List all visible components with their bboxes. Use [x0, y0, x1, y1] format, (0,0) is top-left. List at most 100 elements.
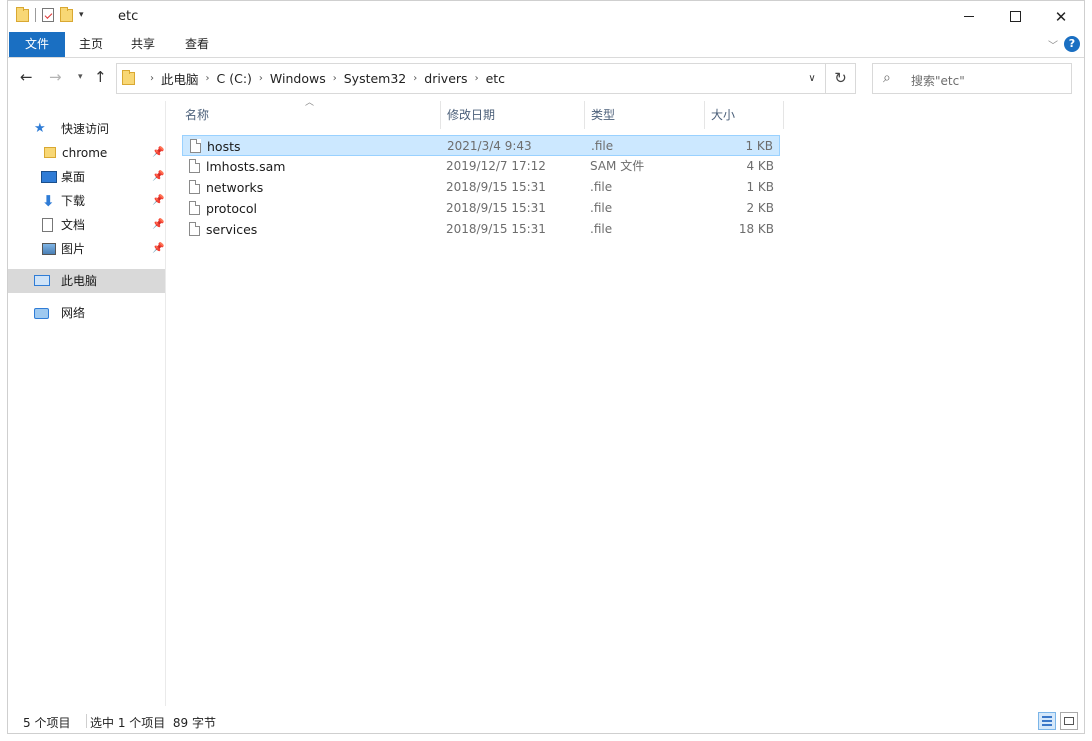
file-icon — [189, 222, 200, 236]
properties-icon[interactable] — [42, 8, 54, 22]
sidebar-item-desktop[interactable]: 桌面 📌 — [8, 165, 165, 189]
recent-locations-chevron-icon[interactable]: ▾ — [78, 72, 83, 82]
window-title: etc — [118, 9, 139, 24]
chevron-right-icon[interactable]: › — [333, 73, 337, 84]
column-header-date[interactable]: 修改日期 — [447, 101, 495, 129]
forward-button[interactable]: → — [49, 68, 62, 86]
column-header-size[interactable]: 大小 — [711, 101, 735, 129]
file-date: 2021/3/4 9:43 — [447, 139, 532, 153]
file-date: 2018/9/15 15:31 — [446, 180, 546, 194]
sidebar-item-documents[interactable]: 文档 📌 — [8, 213, 165, 237]
file-row-services[interactable]: services 2018/9/15 15:31 .file 18 KB — [182, 219, 780, 240]
file-icon — [189, 201, 200, 215]
breadcrumb-c-drive[interactable]: C (C:) — [217, 71, 252, 86]
file-icon — [189, 159, 200, 173]
file-type: .file — [590, 222, 613, 236]
pane-divider[interactable] — [165, 101, 166, 706]
sidebar-item-label: 此电脑 — [61, 274, 98, 288]
chevron-right-icon[interactable]: › — [413, 73, 417, 84]
sidebar-item-label: 图片 — [61, 242, 86, 256]
desktop-icon — [41, 171, 57, 183]
sidebar-item-pictures[interactable]: 图片 📌 — [8, 237, 165, 261]
item-count: 5 个项目 — [23, 716, 71, 730]
breadcrumb-etc[interactable]: etc — [486, 71, 505, 86]
breadcrumb-drivers[interactable]: drivers — [424, 71, 467, 86]
expand-ribbon-chevron-icon[interactable]: ﹀ — [1048, 37, 1058, 52]
chevron-right-icon[interactable]: › — [206, 73, 210, 84]
search-placeholder: 搜索"etc" — [911, 74, 965, 88]
file-size: 1 KB — [746, 180, 774, 194]
sidebar-item-downloads[interactable]: ⬇ 下载 📌 — [8, 189, 165, 213]
breadcrumb-this-pc[interactable]: 此电脑 — [161, 69, 199, 88]
chevron-right-icon[interactable]: › — [150, 73, 154, 84]
column-header-type[interactable]: 类型 — [591, 101, 615, 129]
address-bar[interactable]: › 此电脑 › C (C:) › Windows › System32 › dr… — [116, 63, 826, 94]
tab-home[interactable]: 主页 — [70, 32, 112, 57]
customize-toolbar-dropdown[interactable]: ▾ — [79, 10, 84, 20]
refresh-icon: ↻ — [834, 69, 847, 87]
file-row-hosts[interactable]: hosts 2021/3/4 9:43 .file 1 KB — [182, 135, 780, 156]
refresh-button[interactable]: ↻ — [826, 63, 856, 94]
sort-ascending-icon: ︿ — [305, 98, 315, 108]
file-row-protocol[interactable]: protocol 2018/9/15 15:31 .file 2 KB — [182, 198, 780, 219]
computer-icon — [34, 275, 50, 286]
file-name: hosts — [207, 139, 241, 154]
column-divider[interactable] — [584, 101, 585, 129]
breadcrumb-system32[interactable]: System32 — [344, 71, 407, 86]
sidebar-item-network[interactable]: 网络 — [8, 301, 165, 325]
tab-file[interactable]: 文件 — [9, 32, 65, 57]
file-date: 2018/9/15 15:31 — [446, 201, 546, 215]
chevron-right-icon[interactable]: › — [259, 73, 263, 84]
column-divider[interactable] — [783, 101, 784, 129]
sidebar-item-this-pc[interactable]: 此电脑 — [8, 269, 165, 293]
folder-icon — [44, 147, 56, 158]
quick-access-toolbar: ▾ — [16, 6, 84, 22]
column-headers: ︿ 名称 修改日期 类型 大小 — [178, 98, 784, 129]
maximize-button[interactable] — [992, 1, 1038, 32]
address-history-dropdown[interactable]: ∨ — [801, 64, 823, 93]
up-button[interactable]: ↑ — [94, 68, 107, 86]
pin-icon[interactable]: 📌 — [152, 165, 164, 189]
breadcrumb: › 此电脑 › C (C:) › Windows › System32 › dr… — [143, 64, 505, 93]
sidebar-item-quick-access[interactable]: ★ 快速访问 — [8, 117, 165, 141]
file-row-networks[interactable]: networks 2018/9/15 15:31 .file 1 KB — [182, 177, 780, 198]
file-explorer-window: ▾ etc ✕ 文件 主页 共享 查看 ﹀ ? ← → ▾ ↑ › 此电脑 › … — [7, 0, 1085, 734]
close-icon: ✕ — [1054, 7, 1068, 26]
breadcrumb-windows[interactable]: Windows — [270, 71, 326, 86]
navigation-pane: ★ 快速访问 chrome 📌 桌面 📌 ⬇ 下载 📌 文档 📌 图片 📌 此电… — [8, 101, 165, 706]
column-divider[interactable] — [440, 101, 441, 129]
pin-icon[interactable]: 📌 — [152, 141, 164, 165]
tab-share[interactable]: 共享 — [122, 32, 164, 57]
minimize-button[interactable] — [946, 1, 992, 32]
search-input[interactable]: ⌕ 搜索"etc" — [872, 63, 1072, 94]
sidebar-item-label: chrome — [62, 146, 108, 160]
download-icon: ⬇ — [42, 192, 55, 210]
file-type: .file — [590, 201, 613, 215]
folder-icon — [122, 70, 135, 85]
pin-icon[interactable]: 📌 — [152, 237, 164, 261]
sidebar-item-chrome[interactable]: chrome 📌 — [8, 141, 165, 165]
maximize-icon — [1009, 11, 1021, 22]
status-divider — [86, 714, 87, 728]
help-button[interactable]: ? — [1064, 36, 1080, 52]
back-button[interactable]: ← — [20, 68, 33, 86]
pin-icon[interactable]: 📌 — [152, 213, 164, 237]
selection-info: 选中 1 个项目 89 字节 — [90, 716, 216, 730]
column-divider[interactable] — [704, 101, 705, 129]
sidebar-item-label: 桌面 — [61, 170, 86, 184]
pin-icon[interactable]: 📌 — [152, 189, 164, 213]
minimize-icon — [964, 16, 974, 17]
details-view-button[interactable] — [1038, 712, 1056, 730]
search-icon: ⌕ — [883, 70, 891, 86]
toolbar-divider — [35, 8, 36, 22]
file-type: .file — [591, 139, 614, 153]
sidebar-item-label: 下载 — [61, 194, 86, 208]
file-row-lmhosts[interactable]: lmhosts.sam 2019/12/7 17:12 SAM 文件 4 KB — [182, 156, 780, 177]
tab-view[interactable]: 查看 — [176, 32, 218, 57]
chevron-right-icon[interactable]: › — [475, 73, 479, 84]
new-folder-icon[interactable] — [60, 6, 73, 22]
column-header-name[interactable]: 名称 — [185, 101, 209, 129]
file-size: 4 KB — [746, 159, 774, 173]
large-icons-view-button[interactable] — [1060, 712, 1078, 730]
close-button[interactable]: ✕ — [1038, 1, 1084, 32]
